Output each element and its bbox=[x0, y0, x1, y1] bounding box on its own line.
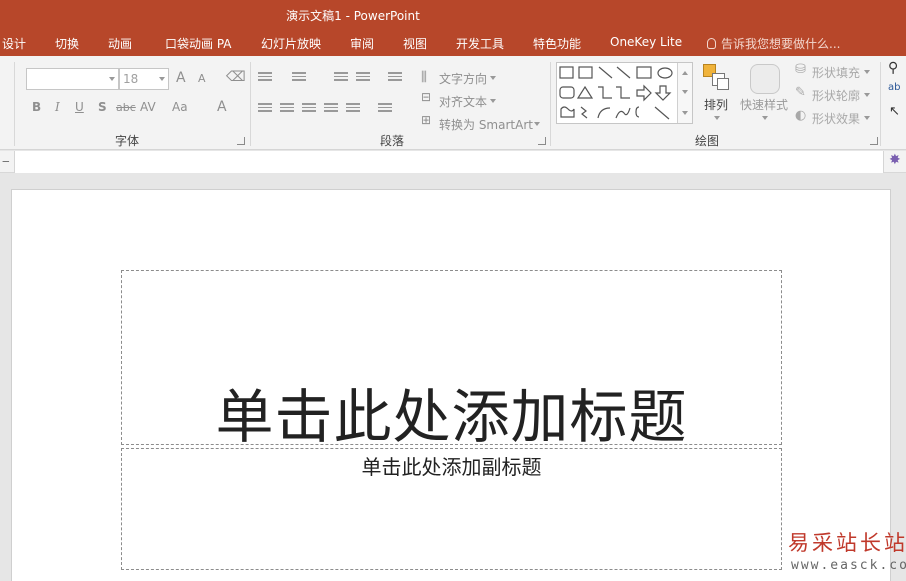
numbering-icon[interactable] bbox=[292, 72, 306, 84]
quick-styles-button[interactable]: 快速样式 bbox=[740, 96, 788, 113]
watermark-text: 易采站长站 bbox=[788, 531, 906, 555]
gallery-scrollbar[interactable] bbox=[677, 63, 692, 123]
grow-font-button[interactable]: A bbox=[176, 70, 186, 86]
chevron-up-icon bbox=[682, 71, 688, 75]
subtitle-placeholder-text: 单击此处添加副标题 bbox=[361, 455, 542, 479]
arrange-icon bbox=[703, 64, 729, 90]
group-separator bbox=[880, 62, 881, 146]
tab-design[interactable]: 设计 bbox=[2, 35, 26, 52]
bullets-icon[interactable] bbox=[258, 72, 272, 84]
justify-icon[interactable] bbox=[324, 103, 338, 115]
window-title: 演示文稿1 - PowerPoint bbox=[286, 9, 420, 23]
shape-outline-button[interactable]: 形状轮廓 bbox=[812, 87, 860, 104]
font-size-value: 18 bbox=[123, 72, 139, 86]
add-in-icon[interactable]: ✸ bbox=[889, 152, 901, 168]
line-spacing-icon[interactable] bbox=[388, 72, 402, 84]
tab-slideshow[interactable]: 幻灯片放映 bbox=[261, 35, 321, 52]
tab-developer[interactable]: 开发工具 bbox=[456, 35, 504, 52]
tab-special-features[interactable]: 特色功能 bbox=[533, 35, 581, 52]
group-separator bbox=[250, 62, 251, 146]
columns-icon[interactable] bbox=[378, 103, 392, 115]
ribbon: 18 A A ⌫ B I U S abc AV Aa A 字体 ⫼ 文字方向 ⊟… bbox=[0, 56, 906, 150]
chevron-down-icon bbox=[714, 116, 720, 120]
paragraph-dialog-launcher-icon[interactable] bbox=[538, 137, 546, 145]
chevron-down-icon bbox=[534, 122, 540, 126]
replace-icon[interactable]: ab bbox=[888, 82, 900, 93]
chevron-down-icon bbox=[109, 77, 115, 81]
increase-indent-icon[interactable] bbox=[356, 72, 370, 84]
strikethrough-button[interactable]: abc bbox=[116, 101, 136, 114]
align-left-icon[interactable] bbox=[258, 103, 272, 115]
align-text-icon: ⊟ bbox=[421, 90, 432, 104]
shrink-font-button[interactable]: A bbox=[198, 72, 206, 85]
align-center-icon[interactable] bbox=[280, 103, 294, 115]
arrange-button[interactable]: 排列 bbox=[704, 96, 728, 113]
convert-smartart-button[interactable]: 转换为 SmartArt bbox=[439, 116, 533, 133]
tab-view[interactable]: 视图 bbox=[403, 35, 427, 52]
gallery-more-icon bbox=[682, 111, 688, 115]
tell-me-box[interactable]: 告诉我您想要做什么... bbox=[707, 35, 840, 52]
chevron-down-icon bbox=[864, 70, 870, 74]
tab-animations[interactable]: 动画 bbox=[108, 35, 132, 52]
pen-icon: ✎ bbox=[795, 85, 806, 100]
shapes-gallery-icons bbox=[559, 66, 673, 120]
char-spacing-button[interactable]: AV bbox=[140, 100, 156, 114]
align-right-icon[interactable] bbox=[302, 103, 316, 115]
shape-fill-button[interactable]: 形状填充 bbox=[812, 64, 860, 81]
chevron-down-icon bbox=[762, 116, 768, 120]
powerpoint-window: 演示文稿1 - PowerPoint 设计 切换 动画 口袋动画 PA 幻灯片放… bbox=[0, 0, 906, 581]
lightbulb-icon bbox=[707, 38, 716, 49]
select-arrow-icon[interactable]: ↖ bbox=[889, 104, 900, 119]
font-name-dropdown[interactable] bbox=[26, 68, 119, 90]
chevron-down-icon bbox=[864, 93, 870, 97]
find-icon[interactable]: ⚲ bbox=[888, 60, 898, 76]
formula-strip bbox=[14, 151, 884, 173]
ribbon-tabs: 设计 切换 动画 口袋动画 PA 幻灯片放映 审阅 视图 开发工具 特色功能 O… bbox=[0, 30, 906, 56]
text-direction-button[interactable]: 文字方向 bbox=[439, 70, 487, 87]
title-bar: 演示文稿1 - PowerPoint bbox=[0, 0, 906, 30]
text-direction-icon: ⫼ bbox=[421, 70, 427, 85]
group-separator bbox=[14, 62, 15, 146]
align-text-button[interactable]: 对齐文本 bbox=[439, 93, 487, 110]
collapse-icon[interactable]: ‒ bbox=[2, 154, 10, 168]
change-case-button[interactable]: Aa bbox=[172, 100, 188, 114]
quick-styles-icon bbox=[750, 64, 780, 94]
tab-review[interactable]: 审阅 bbox=[350, 35, 374, 52]
font-color-button[interactable]: A bbox=[217, 99, 227, 115]
font-group-label: 字体 bbox=[115, 134, 140, 148]
decrease-indent-icon[interactable] bbox=[334, 72, 348, 84]
drawing-group-label: 绘图 bbox=[695, 134, 720, 148]
tab-pocket-animation[interactable]: 口袋动画 PA bbox=[165, 35, 232, 52]
shadow-button[interactable]: S bbox=[98, 100, 107, 114]
italic-button[interactable]: I bbox=[55, 100, 60, 114]
effects-icon: ◐ bbox=[795, 108, 807, 123]
chevron-down-icon bbox=[864, 116, 870, 120]
chevron-down-icon bbox=[159, 77, 165, 81]
shape-effects-button[interactable]: 形状效果 bbox=[812, 110, 860, 127]
paragraph-group-label: 段落 bbox=[380, 134, 405, 148]
shapes-gallery[interactable] bbox=[556, 62, 693, 124]
chevron-down-icon bbox=[682, 90, 688, 94]
font-dialog-launcher-icon[interactable] bbox=[237, 137, 245, 145]
chevron-down-icon bbox=[490, 99, 496, 103]
chevron-down-icon bbox=[490, 76, 496, 80]
paint-bucket-icon: ⛁ bbox=[795, 62, 806, 77]
drawing-dialog-launcher-icon[interactable] bbox=[870, 137, 878, 145]
title-placeholder-text: 单击此处添加标题 bbox=[215, 383, 688, 451]
tab-transitions[interactable]: 切换 bbox=[55, 35, 79, 52]
underline-button[interactable]: U bbox=[75, 100, 84, 114]
distributed-icon[interactable] bbox=[346, 103, 360, 115]
watermark-url: www.easck.com bbox=[791, 558, 906, 573]
group-separator bbox=[550, 62, 551, 146]
bold-button[interactable]: B bbox=[32, 100, 41, 114]
tab-onekey-lite[interactable]: OneKey Lite bbox=[610, 35, 682, 49]
tell-me-placeholder: 告诉我您想要做什么... bbox=[721, 37, 841, 51]
clear-format-icon[interactable]: ⌫ bbox=[226, 69, 246, 85]
smartart-icon: ⊞ bbox=[421, 113, 432, 127]
